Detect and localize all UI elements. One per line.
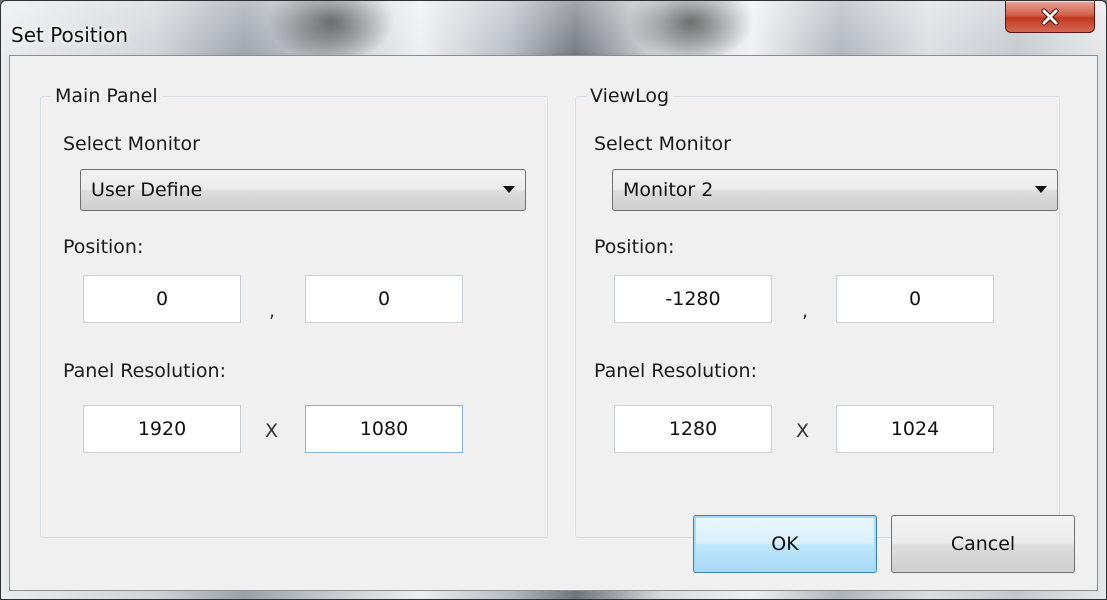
main-panel-monitor-select[interactable]: User Define bbox=[80, 169, 526, 211]
main-panel-position-x-input[interactable] bbox=[83, 275, 241, 323]
ok-button[interactable]: OK bbox=[693, 515, 877, 573]
main-panel-position-y-input[interactable] bbox=[305, 275, 463, 323]
main-panel-group-title: Main Panel bbox=[51, 84, 162, 108]
main-panel-select-monitor-label: Select Monitor bbox=[63, 133, 200, 155]
main-panel-resolution-separator: X bbox=[265, 420, 279, 442]
main-panel-monitor-selected: User Define bbox=[91, 179, 203, 201]
main-panel-resolution-height-input[interactable] bbox=[305, 405, 463, 453]
viewlog-position-x-input[interactable] bbox=[614, 275, 772, 323]
close-icon bbox=[1041, 8, 1059, 25]
viewlog-select-monitor-label: Select Monitor bbox=[594, 133, 731, 155]
chevron-down-icon bbox=[1035, 186, 1047, 193]
viewlog-monitor-selected: Monitor 2 bbox=[623, 179, 714, 201]
viewlog-position-label: Position: bbox=[594, 236, 675, 258]
dialog-client-area: Main Panel Select Monitor User Define Po… bbox=[9, 55, 1098, 591]
viewlog-position-separator: , bbox=[802, 300, 809, 322]
main-panel-resolution-width-input[interactable] bbox=[83, 405, 241, 453]
main-panel-resolution-label: Panel Resolution: bbox=[63, 360, 226, 382]
viewlog-group: ViewLog Select Monitor Monitor 2 Positio… bbox=[575, 84, 1060, 538]
main-panel-position-label: Position: bbox=[63, 236, 144, 258]
viewlog-group-title: ViewLog bbox=[586, 84, 674, 108]
viewlog-position-y-input[interactable] bbox=[836, 275, 994, 323]
viewlog-resolution-label: Panel Resolution: bbox=[594, 360, 757, 382]
window-title: Set Position bbox=[11, 23, 129, 47]
viewlog-resolution-width-input[interactable] bbox=[614, 405, 772, 453]
viewlog-resolution-height-input[interactable] bbox=[836, 405, 994, 453]
dialog-window: Set Position Main Panel Select Monitor U… bbox=[0, 0, 1107, 600]
title-bar[interactable]: Set Position bbox=[1, 1, 1106, 47]
close-button[interactable] bbox=[1005, 1, 1095, 33]
chevron-down-icon bbox=[503, 186, 515, 193]
cancel-button[interactable]: Cancel bbox=[891, 515, 1075, 573]
viewlog-resolution-separator: X bbox=[796, 420, 810, 442]
main-panel-group: Main Panel Select Monitor User Define Po… bbox=[40, 84, 548, 538]
main-panel-position-separator: , bbox=[269, 300, 276, 322]
viewlog-monitor-select[interactable]: Monitor 2 bbox=[612, 169, 1058, 211]
